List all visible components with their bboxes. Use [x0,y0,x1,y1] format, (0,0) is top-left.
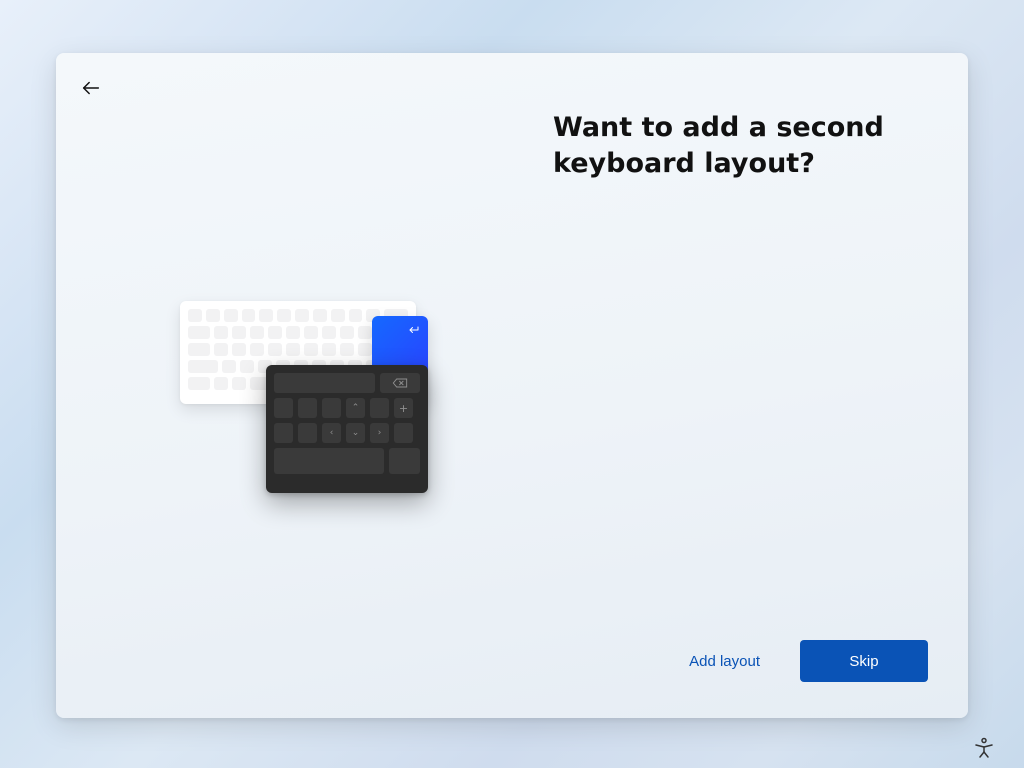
add-layout-button[interactable]: Add layout [685,645,764,678]
enter-icon [408,324,420,336]
accessibility-icon [972,736,996,760]
button-row: Add layout Skip [685,640,928,682]
erase-icon [392,377,408,389]
dark-keypad: ⌃ + ‹ ⌄ › [266,365,428,493]
page-title: Want to add a second keyboard layout? [553,110,943,182]
chevron-up-icon: ⌃ [352,404,360,413]
accessibility-button[interactable] [972,736,996,760]
back-arrow-icon [80,77,102,99]
chevron-down-icon: ⌄ [352,429,360,438]
chevron-left-icon: ‹ [330,429,334,438]
back-button[interactable] [76,73,106,103]
keyboard-illustration: ⌃ + ‹ ⌄ › [180,301,442,491]
skip-button[interactable]: Skip [800,640,928,682]
plus-icon: + [399,403,408,414]
chevron-right-icon: › [378,429,382,438]
setup-card: Want to add a second keyboard layout? [56,53,968,718]
